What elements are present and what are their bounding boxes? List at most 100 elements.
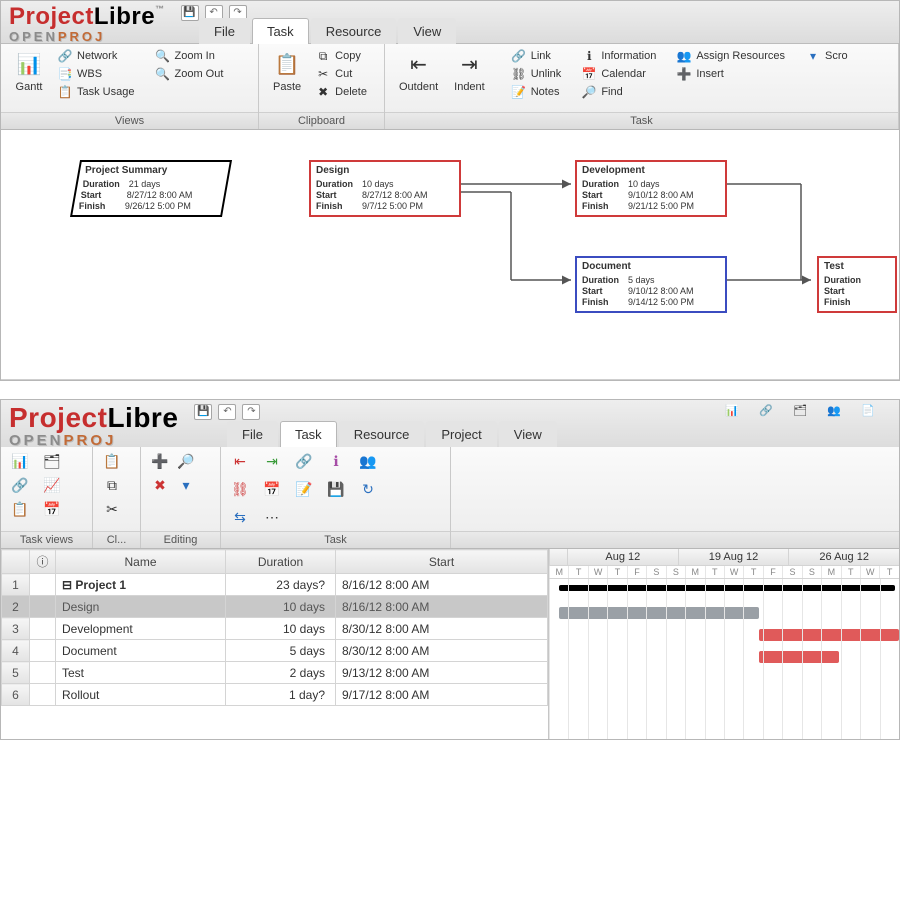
paste-button[interactable]: 📋 Paste <box>267 48 307 95</box>
wbs-button[interactable]: 📑WBS <box>53 66 138 82</box>
scroll-to-task-icon[interactable]: ⇆ <box>229 507 251 527</box>
unlink-button[interactable]: ⛓Unlink <box>507 66 566 82</box>
qat-save-icon[interactable]: 💾 <box>194 404 212 420</box>
wbs-view-icon[interactable]: 🗂 <box>41 451 63 471</box>
find-button[interactable]: 🔎Find <box>577 84 660 100</box>
row-start[interactable]: 9/13/12 8:00 AM <box>336 662 548 684</box>
network-diagram-canvas[interactable]: Project Summary Duration21 days Start8/2… <box>1 130 899 380</box>
row-name[interactable]: Document <box>56 640 226 662</box>
node-design[interactable]: Design Duration10 days Start8/27/12 8:00… <box>309 160 461 217</box>
row-duration[interactable]: 10 days <box>226 596 336 618</box>
notes-icon[interactable]: 📝 <box>293 479 315 499</box>
node-document[interactable]: Document Duration5 days Start9/10/12 8:0… <box>575 256 727 313</box>
menu-view[interactable]: View <box>499 421 557 447</box>
unlink-icon[interactable]: ⛓ <box>229 479 251 499</box>
row-start[interactable]: 9/17/12 8:00 AM <box>336 684 548 706</box>
row-start[interactable]: 8/30/12 8:00 AM <box>336 618 548 640</box>
table-row[interactable]: 2Design10 days8/16/12 8:00 AM <box>2 596 548 618</box>
menu-resource[interactable]: Resource <box>311 18 397 44</box>
node-test[interactable]: Test Duration Start Finish <box>817 256 897 313</box>
gantt-bar-design[interactable] <box>559 607 759 619</box>
gantt-chart[interactable]: Aug 12 19 Aug 12 26 Aug 12 MTWTFSSMTWTFS… <box>549 549 899 739</box>
menu-file[interactable]: File <box>227 421 278 447</box>
gantt-bar-document[interactable] <box>759 651 839 663</box>
row-duration[interactable]: 10 days <box>226 618 336 640</box>
outdent-button[interactable]: ⇤Outdent <box>393 48 444 95</box>
information-icon[interactable]: ℹ <box>325 451 347 471</box>
zoom-out-button[interactable]: 🔍Zoom Out <box>150 66 227 82</box>
insert-button[interactable]: ➕Insert <box>672 66 789 82</box>
find-icon[interactable]: 🔎 <box>175 451 197 471</box>
col-number[interactable] <box>2 550 30 574</box>
calendar-icon[interactable]: 📅 <box>261 479 283 499</box>
node-development[interactable]: Development Duration10 days Start9/10/12… <box>575 160 727 217</box>
gantt-bar-development[interactable] <box>759 629 899 641</box>
row-name[interactable]: Design <box>56 596 226 618</box>
assign-icon[interactable]: 👥 <box>357 451 379 471</box>
row-name[interactable]: ⊟ Project 1 <box>56 574 226 596</box>
delete-icon[interactable]: ✖ <box>149 475 171 495</box>
row-start[interactable]: 8/16/12 8:00 AM <box>336 574 548 596</box>
row-name[interactable]: Rollout <box>56 684 226 706</box>
row-name[interactable]: Development <box>56 618 226 640</box>
row-start[interactable]: 8/30/12 8:00 AM <box>336 640 548 662</box>
paste-icon[interactable]: 📋 <box>101 451 123 471</box>
network-button[interactable]: 🔗Network <box>53 48 138 64</box>
cut-icon[interactable]: ✂ <box>101 499 123 519</box>
table-row[interactable]: 3Development10 days8/30/12 8:00 AM <box>2 618 548 640</box>
scroll-button[interactable]: ▾Scro <box>801 48 852 64</box>
menu-project[interactable]: Project <box>426 421 496 447</box>
indent-button[interactable]: ⇥Indent <box>448 48 491 95</box>
copy-button[interactable]: ⧉Copy <box>311 48 371 64</box>
save-baseline-icon[interactable]: 💾 <box>325 479 347 499</box>
link-button[interactable]: 🔗Link <box>507 48 566 64</box>
col-info[interactable]: ⓘ <box>30 550 56 574</box>
gantt-button[interactable]: 📊 Gantt <box>9 48 49 95</box>
row-duration[interactable]: 1 day? <box>226 684 336 706</box>
assign-resources-button[interactable]: 👥Assign Resources <box>672 48 789 64</box>
tracking-view-icon[interactable]: 📈 <box>41 475 63 495</box>
zoom-in-button[interactable]: 🔍Zoom In <box>150 48 227 64</box>
qat-save-icon[interactable]: 💾 <box>181 5 199 21</box>
table-row[interactable]: 1⊟ Project 123 days?8/16/12 8:00 AM <box>2 574 548 596</box>
information-button[interactable]: ℹInformation <box>577 48 660 64</box>
delete-button[interactable]: ✖Delete <box>311 84 371 100</box>
calendar-view-icon[interactable]: 📅 <box>41 499 63 519</box>
row-duration[interactable]: 23 days? <box>226 574 336 596</box>
menu-file[interactable]: File <box>199 18 250 44</box>
link-icon[interactable]: 🔗 <box>293 451 315 471</box>
qat-redo-icon[interactable]: ↷ <box>242 404 260 420</box>
row-start[interactable]: 8/16/12 8:00 AM <box>336 596 548 618</box>
menu-view[interactable]: View <box>398 18 456 44</box>
gantt-bar-summary[interactable] <box>559 585 895 591</box>
usage-view-icon[interactable]: 📋 <box>9 499 31 519</box>
row-duration[interactable]: 5 days <box>226 640 336 662</box>
task-usage-button[interactable]: 📋Task Usage <box>53 84 138 100</box>
menu-resource[interactable]: Resource <box>339 421 425 447</box>
col-start[interactable]: Start <box>336 550 548 574</box>
table-row[interactable]: 6Rollout1 day?9/17/12 8:00 AM <box>2 684 548 706</box>
cut-button[interactable]: ✂Cut <box>311 66 371 82</box>
indent-icon[interactable]: ⇥ <box>261 451 283 471</box>
node-project-summary[interactable]: Project Summary Duration21 days Start8/2… <box>70 160 232 217</box>
copy-icon[interactable]: ⧉ <box>101 475 123 495</box>
qat-undo-icon[interactable]: ↶ <box>218 404 236 420</box>
insert-icon[interactable]: ➕ <box>149 451 171 471</box>
gantt-view-icon[interactable]: 📊 <box>9 451 31 471</box>
table-row[interactable]: 5Test2 days9/13/12 8:00 AM <box>2 662 548 684</box>
row-name[interactable]: Test <box>56 662 226 684</box>
task-table[interactable]: ⓘ Name Duration Start 1⊟ Project 123 day… <box>1 549 549 739</box>
more-icon[interactable]: ⋯ <box>261 507 283 527</box>
menu-task[interactable]: Task <box>280 421 337 447</box>
notes-button[interactable]: 📝Notes <box>507 84 566 100</box>
filter-icon[interactable]: ▾ <box>175 475 197 495</box>
network-view-icon[interactable]: 🔗 <box>9 475 31 495</box>
update-icon[interactable]: ↻ <box>357 479 379 499</box>
col-name[interactable]: Name <box>56 550 226 574</box>
col-duration[interactable]: Duration <box>226 550 336 574</box>
table-row[interactable]: 4Document5 days8/30/12 8:00 AM <box>2 640 548 662</box>
calendar-button[interactable]: 📅Calendar <box>577 66 660 82</box>
row-duration[interactable]: 2 days <box>226 662 336 684</box>
outdent-icon[interactable]: ⇤ <box>229 451 251 471</box>
menu-task[interactable]: Task <box>252 18 309 44</box>
